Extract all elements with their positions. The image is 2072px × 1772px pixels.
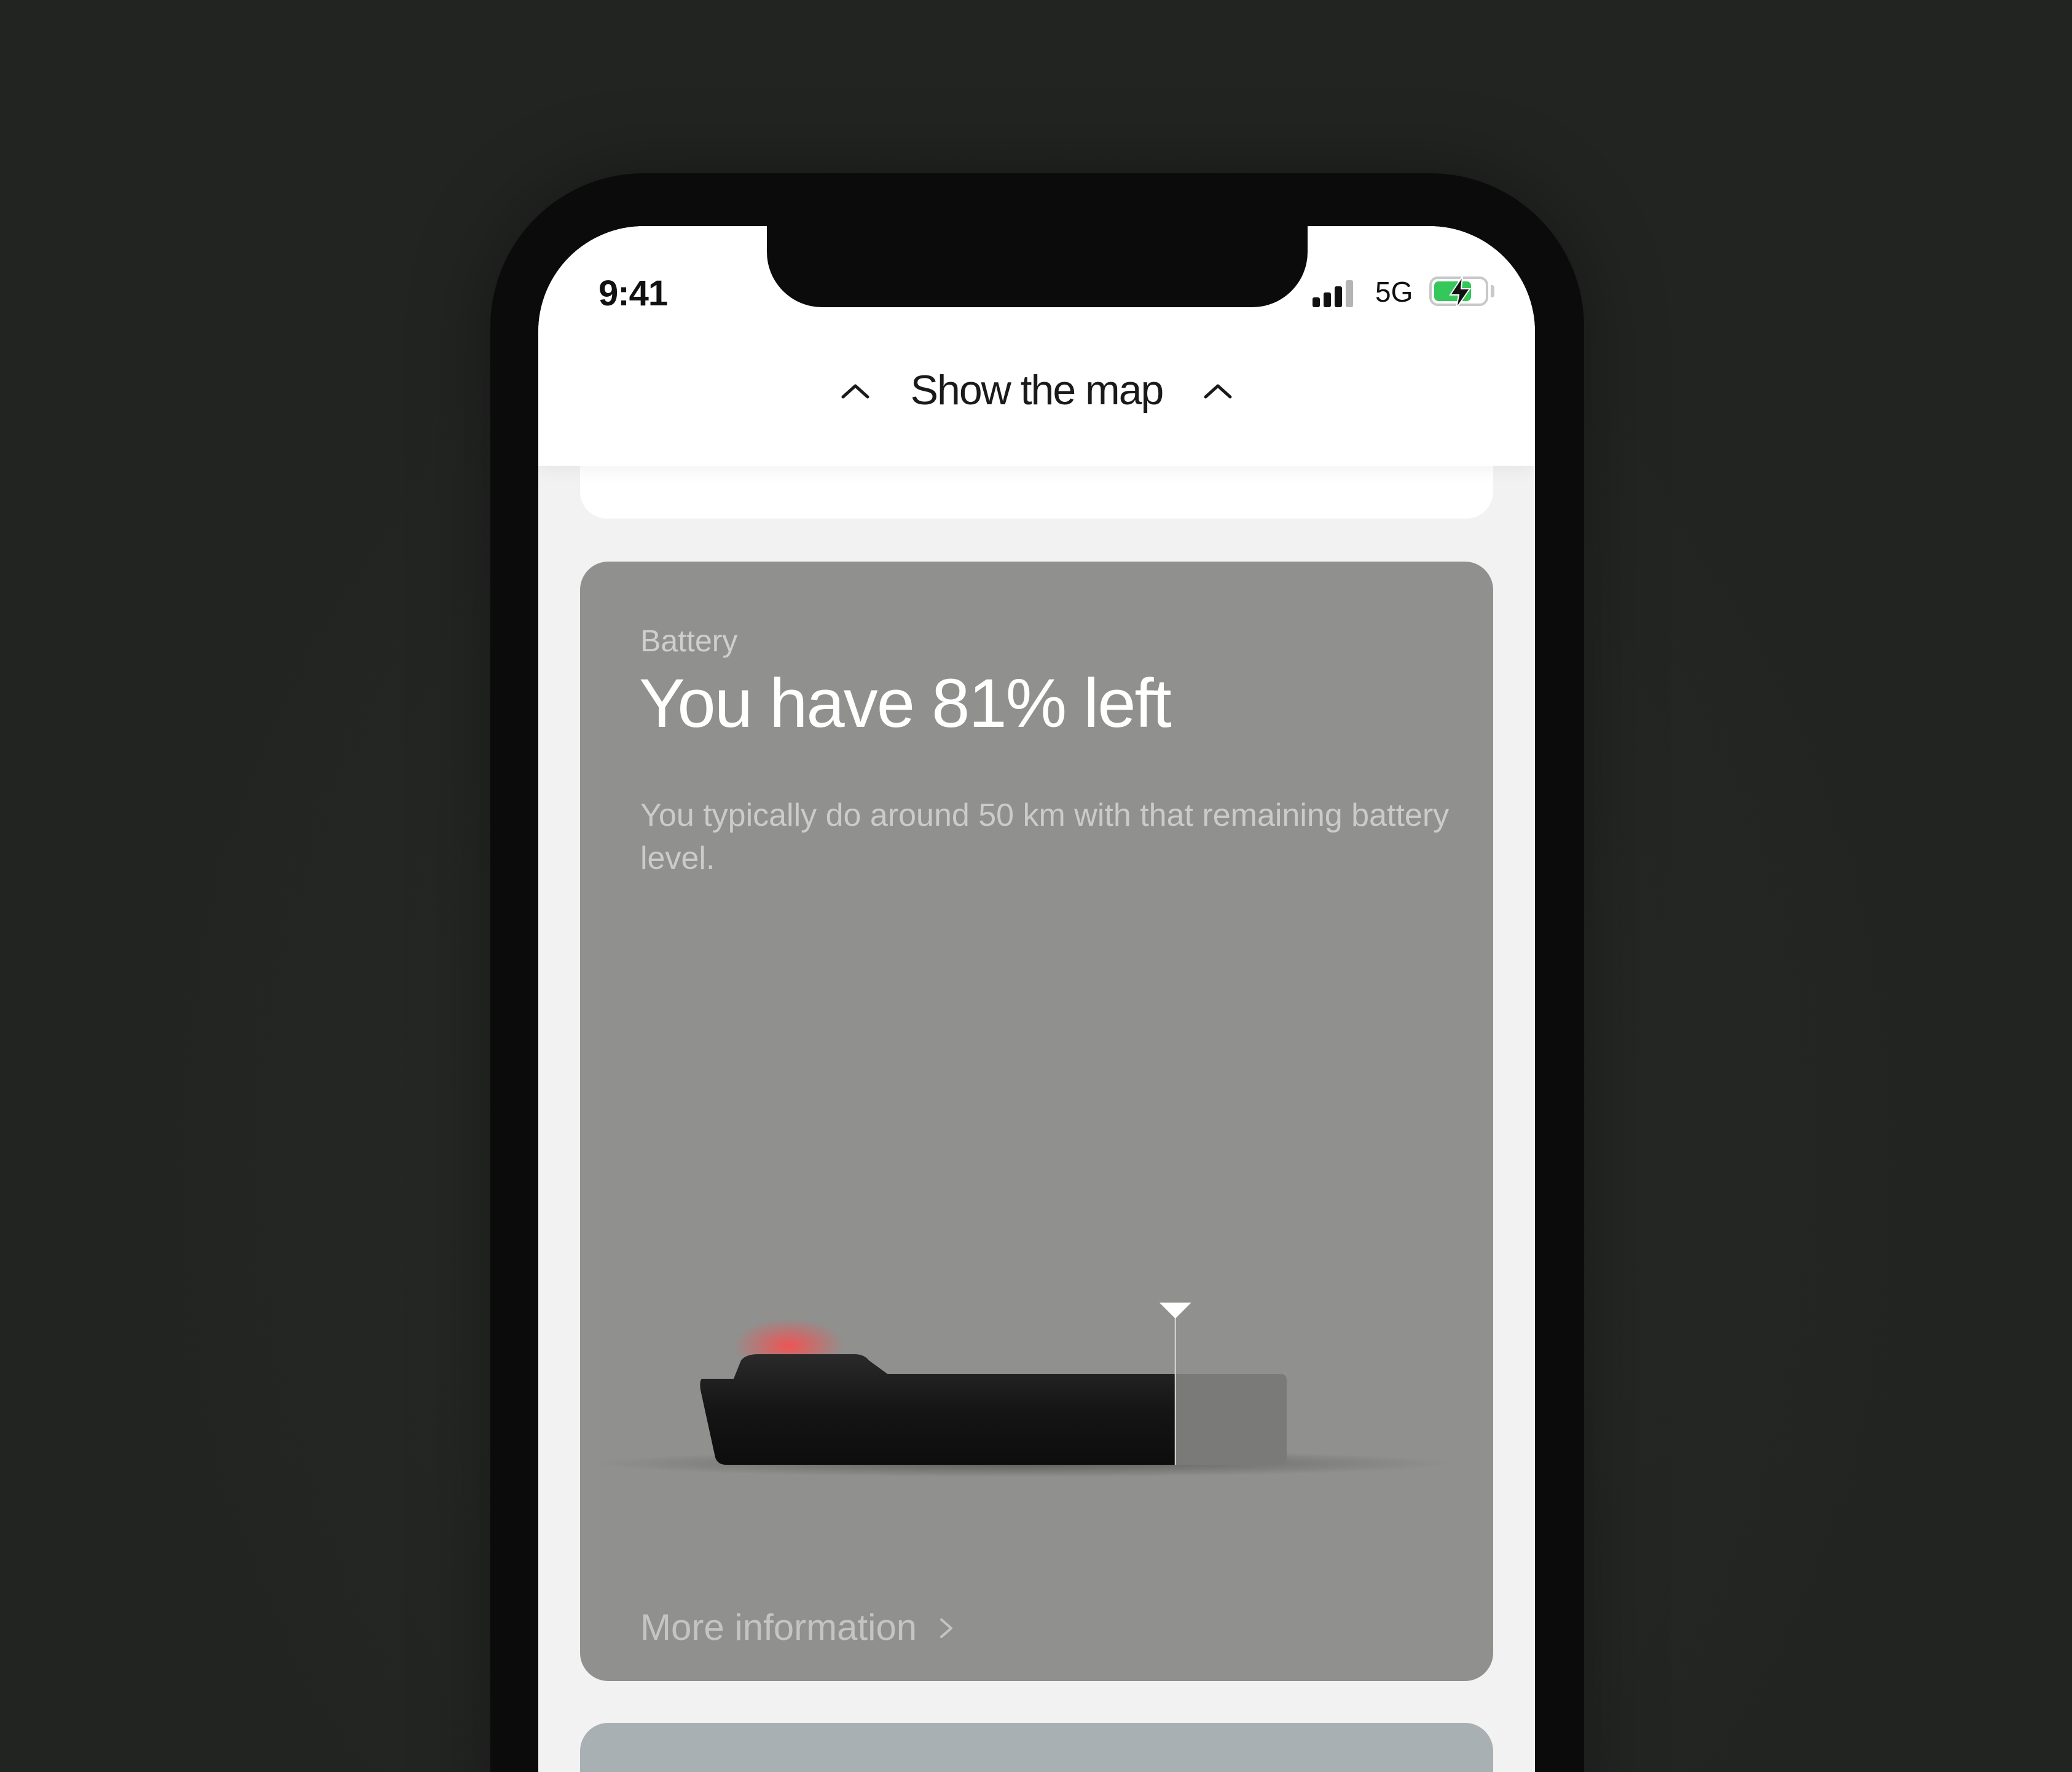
battery-cap bbox=[1491, 285, 1494, 297]
next-card bbox=[580, 1723, 1493, 1772]
more-information-link[interactable]: More information bbox=[640, 1606, 917, 1649]
bolt-icon bbox=[1449, 276, 1471, 309]
phone-screen: 9:41 5G Show the map Battery You have 81… bbox=[538, 226, 1535, 1772]
network-type: 5G bbox=[1375, 276, 1413, 308]
signal-icon bbox=[1313, 279, 1356, 307]
map-toggle-header[interactable]: Show the map bbox=[538, 312, 1535, 466]
chevron-up-icon bbox=[1204, 384, 1232, 399]
status-time: 9:41 bbox=[598, 273, 668, 313]
chevron-right-icon[interactable] bbox=[934, 1610, 959, 1647]
marker-triangle-icon bbox=[1159, 1303, 1191, 1319]
scooter-battery-illustration bbox=[592, 1303, 1453, 1477]
show-map-button[interactable]: Show the map bbox=[538, 366, 1535, 414]
battery-icon bbox=[1429, 276, 1488, 309]
camera-notch bbox=[767, 226, 1308, 307]
battery-card: Battery You have 81% left You typically … bbox=[580, 562, 1493, 1681]
